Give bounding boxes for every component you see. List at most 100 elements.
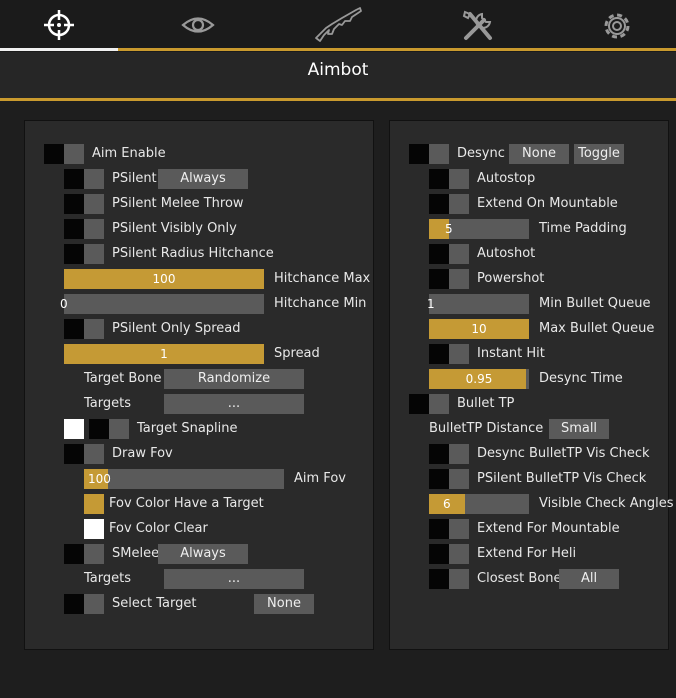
time-padding-value: 5 bbox=[445, 222, 453, 236]
draw-fov-toggle[interactable] bbox=[64, 444, 104, 464]
psilent-visibly-only-toggle[interactable] bbox=[64, 219, 104, 239]
autoshot-toggle[interactable] bbox=[429, 244, 469, 264]
select-target-keybind[interactable]: None bbox=[254, 594, 314, 614]
closest-bone-select[interactable]: All bbox=[559, 569, 619, 589]
extend-for-mountable-label: Extend For Mountable bbox=[477, 521, 620, 536]
hitchance-min-label: Hitchance Min bbox=[274, 296, 367, 311]
extend-for-mountable-toggle[interactable] bbox=[429, 519, 469, 539]
hitchance-min-slider[interactable]: 0 bbox=[60, 294, 264, 314]
desync-mode-select[interactable]: None bbox=[509, 144, 569, 164]
extend-for-heli-label: Extend For Heli bbox=[477, 546, 577, 561]
aim-fov-value: 100 bbox=[88, 472, 111, 486]
psilent-mode-select[interactable]: Always bbox=[158, 169, 248, 189]
extend-for-heli-toggle[interactable] bbox=[429, 544, 469, 564]
min-bullet-queue-label: Min Bullet Queue bbox=[539, 296, 651, 311]
bullettp-distance-select[interactable]: Small bbox=[549, 419, 609, 439]
bullet-tp-label: Bullet TP bbox=[457, 396, 515, 411]
psilent-radius-hitchance-label: PSilent Radius Hitchance bbox=[112, 246, 274, 261]
smelee-mode-select[interactable]: Always bbox=[158, 544, 248, 564]
psilent-label: PSilent bbox=[112, 171, 157, 186]
psilent-only-spread-label: PSilent Only Spread bbox=[112, 321, 241, 336]
fov-clear-color-swatch[interactable] bbox=[84, 519, 104, 539]
gear-icon bbox=[604, 13, 630, 39]
aim-fov-slider[interactable]: 100 bbox=[84, 469, 284, 489]
max-bullet-queue-slider[interactable]: 10 bbox=[429, 319, 529, 339]
targets-select[interactable]: ... bbox=[164, 394, 304, 414]
desync-bullettp-vis-toggle[interactable] bbox=[429, 444, 469, 464]
crosshair-icon bbox=[44, 10, 74, 40]
desync-toggle[interactable] bbox=[409, 144, 449, 164]
aim-enable-toggle[interactable] bbox=[44, 144, 84, 164]
autostop-label: Autostop bbox=[477, 171, 536, 186]
select-target-label: Select Target bbox=[112, 596, 197, 611]
psilent-bullettp-vis-toggle[interactable] bbox=[429, 469, 469, 489]
draw-fov-label: Draw Fov bbox=[112, 446, 173, 461]
autoshot-label: Autoshot bbox=[477, 246, 536, 261]
bullettp-distance-label: BulletTP Distance bbox=[429, 421, 544, 436]
target-snapline-toggle[interactable] bbox=[89, 419, 129, 439]
max-bullet-queue-label: Max Bullet Queue bbox=[539, 321, 655, 336]
psilent-only-spread-toggle[interactable] bbox=[64, 319, 104, 339]
hitchance-max-slider[interactable]: 100 bbox=[64, 269, 264, 289]
tab-aimbot[interactable] bbox=[0, 0, 118, 48]
fov-clear-color-label: Fov Color Clear bbox=[109, 521, 208, 536]
closest-bone-label: Closest Bone bbox=[477, 571, 562, 586]
snapline-color-swatch[interactable] bbox=[64, 419, 84, 439]
time-padding-slider[interactable]: 5 bbox=[429, 219, 529, 239]
extend-on-mountable-label: Extend On Mountable bbox=[477, 196, 618, 211]
min-bullet-queue-value: 1 bbox=[427, 297, 435, 311]
spread-slider[interactable]: 1 bbox=[64, 344, 264, 364]
tools-icon bbox=[462, 10, 492, 40]
targets-label-2: Targets bbox=[84, 571, 131, 586]
psilent-melee-throw-label: PSilent Melee Throw bbox=[112, 196, 244, 211]
max-bullet-queue-value: 10 bbox=[471, 322, 487, 336]
targets-select-2[interactable]: ... bbox=[164, 569, 304, 589]
fov-target-color-label: Fov Color Have a Target bbox=[109, 496, 264, 511]
tab-misc[interactable] bbox=[418, 0, 538, 48]
visible-check-angles-label: Visible Check Angles bbox=[539, 496, 674, 511]
eye-icon bbox=[181, 17, 215, 33]
aim-fov-label: Aim Fov bbox=[294, 471, 346, 486]
tab-weapons[interactable] bbox=[278, 0, 398, 48]
desync-bullettp-vis-label: Desync BulletTP Vis Check bbox=[477, 446, 650, 461]
fov-target-color-swatch[interactable] bbox=[84, 494, 104, 514]
desync-time-slider[interactable]: 0.95 bbox=[429, 369, 529, 389]
spread-label: Spread bbox=[274, 346, 320, 361]
bullet-tp-toggle[interactable] bbox=[409, 394, 449, 414]
smelee-label: SMelee bbox=[112, 546, 160, 561]
closest-bone-toggle[interactable] bbox=[429, 569, 469, 589]
tab-visuals[interactable] bbox=[138, 0, 258, 48]
autostop-toggle[interactable] bbox=[429, 169, 469, 189]
active-tab-indicator bbox=[0, 48, 118, 51]
desync-bind-select[interactable]: Toggle bbox=[574, 144, 624, 164]
extend-on-mountable-toggle[interactable] bbox=[429, 194, 469, 214]
psilent-melee-throw-toggle[interactable] bbox=[64, 194, 104, 214]
desync-time-value: 0.95 bbox=[465, 372, 493, 386]
instant-hit-label: Instant Hit bbox=[477, 346, 545, 361]
desync-time-label: Desync Time bbox=[539, 371, 623, 386]
target-bone-select[interactable]: Randomize bbox=[164, 369, 304, 389]
min-bullet-queue-slider[interactable]: 1 bbox=[427, 294, 529, 314]
psilent-visibly-only-label: PSilent Visibly Only bbox=[112, 221, 237, 236]
spread-value: 1 bbox=[160, 347, 168, 361]
select-target-toggle[interactable] bbox=[64, 594, 104, 614]
powershot-label: Powershot bbox=[477, 271, 545, 286]
time-padding-label: Time Padding bbox=[539, 221, 627, 236]
psilent-radius-hitchance-toggle[interactable] bbox=[64, 244, 104, 264]
target-snapline-label: Target Snapline bbox=[137, 421, 238, 436]
powershot-toggle[interactable] bbox=[429, 269, 469, 289]
psilent-toggle[interactable] bbox=[64, 169, 104, 189]
page-title: Aimbot bbox=[307, 60, 369, 80]
visible-check-angles-value: 6 bbox=[443, 497, 451, 511]
aim-enable-label: Aim Enable bbox=[92, 146, 166, 161]
targets-label: Targets bbox=[84, 396, 131, 411]
desync-label: Desync bbox=[457, 146, 505, 161]
rifle-icon bbox=[315, 7, 362, 42]
top-nav bbox=[0, 0, 676, 52]
smelee-toggle[interactable] bbox=[64, 544, 104, 564]
target-bone-label: Target Bone bbox=[84, 371, 162, 386]
tab-settings[interactable] bbox=[558, 0, 676, 48]
hitchance-max-label: Hitchance Max bbox=[274, 271, 371, 286]
visible-check-angles-slider[interactable]: 6 bbox=[429, 494, 529, 514]
instant-hit-toggle[interactable] bbox=[429, 344, 469, 364]
